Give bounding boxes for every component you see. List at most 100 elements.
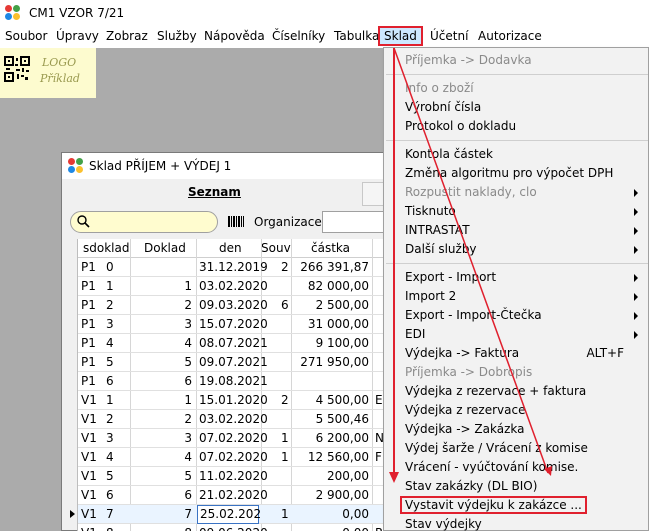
cell-den[interactable]: 19.08.2021 <box>199 374 268 390</box>
menu-item[interactable]: Protokol o dokladu <box>384 117 648 136</box>
cell-souv[interactable] <box>281 279 289 295</box>
cell-den[interactable]: 11.02.2020 <box>199 469 268 485</box>
cell-souv[interactable]: 2 <box>281 260 289 276</box>
menu-zobraz[interactable]: Zobraz <box>106 29 148 43</box>
menu-item[interactable]: Export - Import <box>384 268 648 287</box>
menu-soubor[interactable]: Soubor <box>5 29 47 43</box>
table-row[interactable]: P1 5 5 09.07.2021 271 950,00 <box>78 353 392 372</box>
table-row[interactable]: V1 7 7 25.02.202 1 0,00 <box>70 505 392 524</box>
cell-sd[interactable]: 3 <box>106 431 128 447</box>
cell-doklad[interactable]: 4 <box>132 450 192 466</box>
cell-castka[interactable] <box>293 374 369 390</box>
menu-item[interactable]: Další služby <box>384 240 648 259</box>
cell-castka[interactable]: 271 950,00 <box>293 355 369 371</box>
cell-den[interactable]: 15.07.2020 <box>199 317 268 333</box>
cell-castka[interactable]: 0,00 <box>293 507 369 523</box>
col-sdoklad[interactable]: sdoklad <box>83 241 129 255</box>
table-row[interactable]: P1 0 31.12.2019 2 266 391,87 <box>78 258 392 277</box>
menu-item[interactable]: Vrácení - vyúčtování komise. <box>384 458 648 477</box>
cell-s[interactable]: V1 <box>81 469 103 485</box>
cell-den[interactable]: 09.03.2020 <box>199 298 268 314</box>
cell-s[interactable]: V1 <box>81 431 103 447</box>
menu-item[interactable]: INTRASTAT <box>384 221 648 240</box>
cell-s[interactable]: P1 <box>81 317 103 333</box>
menu-item[interactable]: Změna algoritmu pro výpočet DPH <box>384 164 648 183</box>
table-row[interactable]: V1 4 4 07.02.2020 1 12 560,00 F <box>78 448 392 467</box>
menu-item[interactable]: Výrobní čísla <box>384 98 648 117</box>
table-row[interactable]: V1 3 3 07.02.2020 1 6 200,00 N <box>78 429 392 448</box>
cell-sd[interactable]: 7 <box>106 507 128 523</box>
menu-tabulka[interactable]: Tabulka <box>334 29 379 43</box>
cell-sd[interactable]: 5 <box>106 469 128 485</box>
menu-item[interactable]: Tisknuto <box>384 202 648 221</box>
cell-s[interactable]: P1 <box>81 279 103 295</box>
table-row[interactable]: V18809.06.20200,00R <box>78 524 392 531</box>
cell-castka[interactable]: 5 500,46 <box>293 412 369 428</box>
cell-doklad[interactable]: 4 <box>132 336 192 352</box>
cell-souv[interactable] <box>281 412 289 428</box>
cell-sd[interactable]: 6 <box>106 374 128 390</box>
cell-sd[interactable]: 5 <box>106 355 128 371</box>
menu-upravy[interactable]: Úpravy <box>56 29 99 43</box>
cell-castka[interactable]: 200,00 <box>293 469 369 485</box>
cell-den[interactable]: 09.07.2021 <box>199 355 268 371</box>
cell-sd[interactable]: 8 <box>106 526 128 531</box>
cell-den[interactable]: 03.02.2020 <box>199 279 268 295</box>
cell-den[interactable]: 21.02.2020 <box>199 488 268 504</box>
cell-castka[interactable]: 31 000,00 <box>293 317 369 333</box>
cell-souv[interactable] <box>281 317 289 333</box>
cell-castka[interactable]: 0,00 <box>293 526 369 531</box>
table-row[interactable]: V1 5 5 11.02.2020 200,00 <box>78 467 392 486</box>
cell-castka[interactable]: 4 500,00 <box>293 393 369 409</box>
cell-souv[interactable]: 2 <box>281 393 289 409</box>
table-row[interactable]: V1 2 2 03.02.2020 5 500,46 <box>78 410 392 429</box>
barcode-icon[interactable] <box>228 216 244 227</box>
menu-item[interactable]: Výdejka z rezervace + faktura <box>384 382 648 401</box>
cell-doklad[interactable]: 1 <box>132 393 192 409</box>
cell-s[interactable]: V1 <box>81 393 103 409</box>
cell-s[interactable]: P1 <box>81 355 103 371</box>
cell-souv[interactable]: 1 <box>281 450 289 466</box>
cell-doklad[interactable]: 6 <box>132 488 192 504</box>
cell-souv[interactable] <box>281 355 289 371</box>
col-castka[interactable]: částka <box>311 241 350 255</box>
cell-sd[interactable]: 0 <box>106 260 128 276</box>
menu-item[interactable]: Výdej šarže / Vrácení z komise <box>384 439 648 458</box>
cell-doklad[interactable] <box>132 260 192 276</box>
menu-item[interactable]: Stav zakázky (DL BIO) <box>384 477 648 496</box>
cell-s[interactable]: P1 <box>81 374 103 390</box>
cell-castka[interactable]: 12 560,00 <box>293 450 369 466</box>
tab-seznam[interactable]: Seznam <box>188 185 241 199</box>
col-doklad[interactable]: Doklad <box>144 241 186 255</box>
menu-item[interactable]: Export - Import-Čtečka <box>384 306 648 325</box>
menu-napoveda[interactable]: Nápověda <box>204 29 265 43</box>
menu-sklad[interactable]: Sklad <box>378 26 423 46</box>
menu-ucetni[interactable]: Účetní <box>430 29 468 43</box>
cell-castka[interactable]: 6 200,00 <box>293 431 369 447</box>
table-row[interactable]: V1 1 1 15.01.2020 2 4 500,00 E <box>78 391 392 410</box>
cell-souv[interactable] <box>281 469 289 485</box>
cell-doklad[interactable]: 3 <box>132 317 192 333</box>
cell-den[interactable]: 03.02.2020 <box>199 412 268 428</box>
cell-s[interactable]: P1 <box>81 260 103 276</box>
cell-sd[interactable]: 1 <box>106 393 128 409</box>
menu-item[interactable]: Kontola částek <box>384 145 648 164</box>
cell-den[interactable]: 07.02.2020 <box>199 450 268 466</box>
cell-castka[interactable]: 2 500,00 <box>293 298 369 314</box>
cell-castka[interactable]: 82 000,00 <box>293 279 369 295</box>
cell-s[interactable]: V1 <box>81 507 103 523</box>
cell-doklad[interactable]: 1 <box>132 279 192 295</box>
cell-castka[interactable]: 2 900,00 <box>293 488 369 504</box>
search-input[interactable] <box>70 211 218 233</box>
col-den[interactable]: den <box>219 241 242 255</box>
cell-den[interactable]: 09.06.2020 <box>199 526 268 531</box>
table-row[interactable]: P1 1 1 03.02.2020 82 000,00 <box>78 277 392 296</box>
cell-sd[interactable]: 1 <box>106 279 128 295</box>
window-titlebar[interactable]: Sklad PŘÍJEM + VÝDEJ 1 <box>62 153 390 179</box>
cell-s[interactable]: P1 <box>81 336 103 352</box>
cell-s[interactable]: V1 <box>81 450 103 466</box>
menu-ciselniky[interactable]: Číselníky <box>272 29 325 43</box>
cell-s[interactable]: V1 <box>81 412 103 428</box>
table-row[interactable]: P1 2 2 09.03.2020 6 2 500,00 <box>78 296 392 315</box>
cell-souv[interactable] <box>281 336 289 352</box>
